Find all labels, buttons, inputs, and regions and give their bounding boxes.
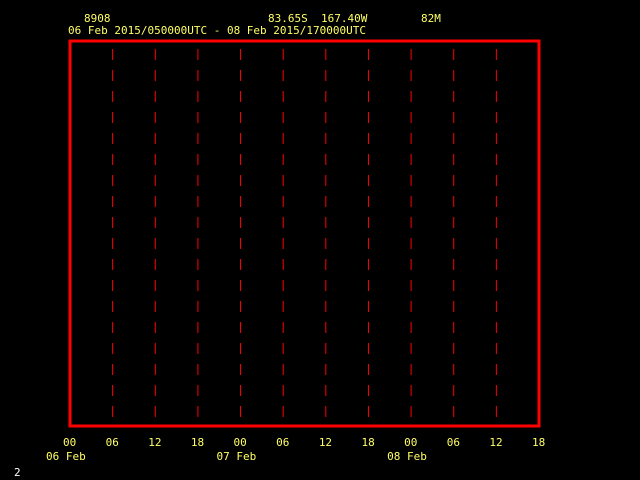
x-tick-label: 18 xyxy=(532,436,546,449)
plot-frame xyxy=(68,39,541,428)
chart-plot xyxy=(68,39,541,428)
page-number: 2 xyxy=(14,466,21,479)
x-tick-label: 06 xyxy=(446,436,460,449)
x-date-label: 06 Feb xyxy=(46,450,86,463)
x-tick-label: 06 xyxy=(105,436,119,449)
x-tick-label: 06 xyxy=(276,436,290,449)
x-tick-label: 18 xyxy=(190,436,205,449)
x-date-label: 07 Feb xyxy=(216,450,257,463)
x-tick-label: 00 xyxy=(63,436,77,449)
x-tick-label: 12 xyxy=(318,436,333,449)
x-tick-label: 12 xyxy=(489,436,503,449)
gridlines xyxy=(112,49,497,420)
x-date-label: 08 Feb xyxy=(387,450,427,463)
x-tick-label: 00 xyxy=(233,436,247,449)
x-tick-label: 12 xyxy=(148,436,162,449)
x-tick-label: 18 xyxy=(361,436,375,449)
x-tick-label: 00 xyxy=(404,436,418,449)
